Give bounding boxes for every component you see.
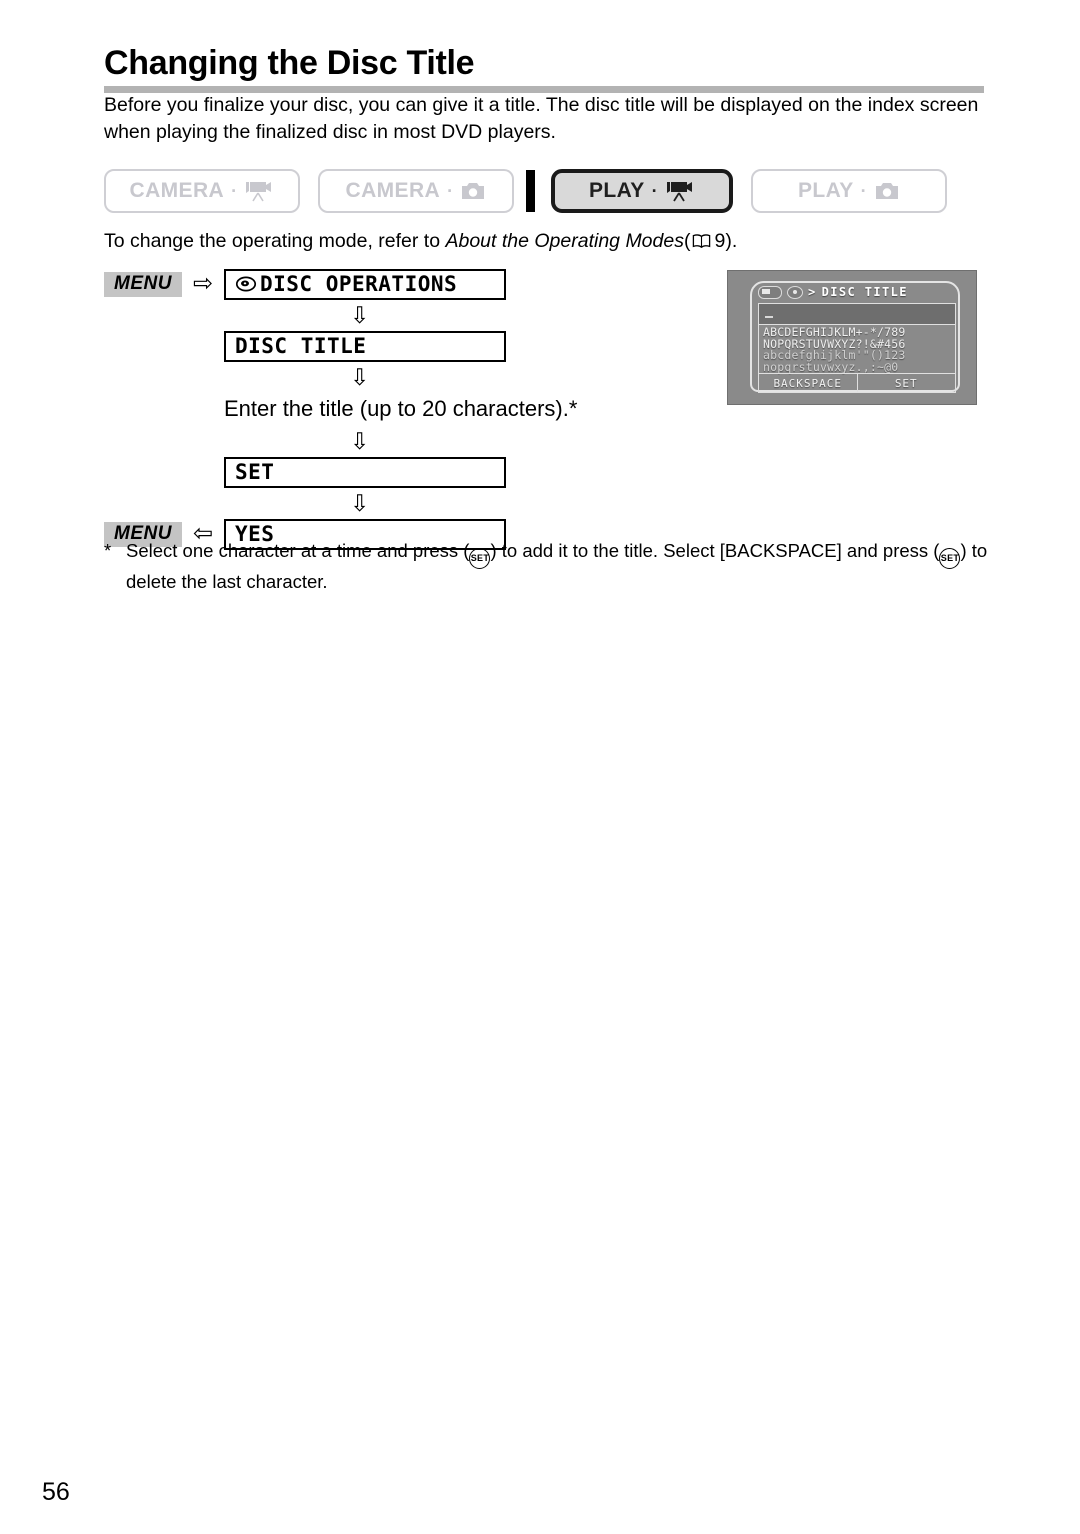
arrow-down-icon: ⇩ [350, 489, 370, 516]
flow-step-2: DISC TITLE [104, 330, 624, 362]
mode-badge-dot: · [651, 181, 659, 201]
book-icon [692, 230, 711, 257]
set-button[interactable]: SET [856, 374, 956, 392]
arrow-right-icon: ⇨ [192, 270, 214, 297]
note-reference-title: About the Operating Modes [445, 230, 684, 252]
flow-step-3: Enter the title (up to 20 characters).* [104, 392, 624, 426]
disc-icon [235, 275, 257, 293]
page-title: Changing the Disc Title [104, 44, 475, 82]
flow-box-set[interactable]: SET [224, 456, 506, 488]
mode-badge-dot: · [231, 181, 238, 201]
mode-badge-camera-video: CAMERA · [104, 169, 300, 213]
mode-badge-play-video: PLAY · [551, 169, 733, 213]
mode-badge-dot: · [860, 181, 868, 201]
menu-button-tag[interactable]: MENU [104, 271, 182, 297]
mode-badge-label: CAMERA [345, 179, 441, 202]
footnote: * Select one character at a time and pre… [104, 538, 994, 595]
mode-badge-label: PLAY [588, 179, 645, 202]
flow-connector-3: ⇩ [104, 426, 624, 456]
photo-camera-icon [874, 181, 900, 202]
operating-modes-note: To change the operating mode, refer to A… [104, 228, 1004, 257]
lcd-header-separator: > [808, 285, 817, 299]
flow-box-label: DISC TITLE [235, 334, 367, 358]
lcd-header: > DISC TITLE [758, 285, 908, 299]
flow-connector-2: ⇩ [104, 362, 624, 392]
note-suffix: 9). [714, 230, 738, 252]
flow-step-4: SET [104, 456, 624, 488]
lcd-header-title: DISC TITLE [821, 285, 908, 299]
flow-box-label: DISC OPERATIONS [260, 272, 458, 296]
lcd-title-input[interactable] [758, 303, 956, 325]
mode-badge-play-photo: PLAY · [751, 169, 947, 213]
flow-box-label: SET [235, 460, 275, 484]
flow-connector-4: ⇩ [104, 488, 624, 518]
manual-page: Changing the Disc Title Before you final… [0, 0, 1080, 1534]
disc-icon [787, 285, 803, 299]
footnote-part-1: Select one character at a time and press… [126, 540, 470, 561]
footnote-body: Select one character at a time and press… [104, 538, 994, 595]
note-prefix: To change the operating mode, refer to [104, 230, 446, 252]
set-button-icon: SET [939, 548, 961, 569]
lcd-character-grid[interactable]: ABCDEFGHIJKLM+-*/789 NOPQRSTUVWXYZ?!&#45… [758, 325, 956, 373]
lcd-screenshot: > DISC TITLE ABCDEFGHIJKLM+-*/789 NOPQRS… [727, 270, 977, 405]
footnote-marker: * [104, 540, 112, 561]
flow-box-disc-title[interactable]: DISC TITLE [224, 330, 506, 362]
text-cursor [765, 316, 773, 318]
arrow-down-icon: ⇩ [350, 363, 370, 390]
arrow-down-icon: ⇩ [350, 301, 370, 328]
mode-badge-dot: · [447, 181, 454, 201]
flow-instruction-text: Enter the title (up to 20 characters).* [224, 396, 578, 421]
character-row[interactable]: nopqrstuvwxyz.,:~@0 [763, 361, 955, 374]
camcorder-icon [244, 179, 274, 203]
mode-badge-label: CAMERA [129, 179, 225, 202]
flow-box-disc-operations[interactable]: DISC OPERATIONS [224, 268, 506, 300]
play-mode-icon [758, 285, 782, 299]
operating-mode-badges: CAMERA · CAMERA · PLAY · PLAY · [104, 168, 984, 214]
mode-badge-camera-photo: CAMERA · [318, 169, 514, 213]
mode-group-separator [526, 170, 535, 212]
camcorder-icon [665, 179, 695, 203]
photo-camera-icon [460, 181, 486, 202]
intro-paragraph: Before you finalize your disc, you can g… [104, 94, 979, 143]
mode-badge-label: PLAY [797, 179, 854, 202]
title-block: Changing the Disc Title [104, 44, 984, 93]
arrow-down-icon: ⇩ [350, 427, 370, 454]
footnote-part-2: ) to add it to the title. Select [BACKSP… [490, 540, 940, 561]
backspace-button[interactable]: BACKSPACE [759, 374, 857, 392]
flow-step-1: MENU ⇨ DISC OPERATIONS [104, 268, 624, 300]
set-button-icon: SET [469, 548, 491, 569]
flow-connector-1: ⇩ [104, 300, 624, 330]
menu-flow-diagram: MENU ⇨ DISC OPERATIONS ⇩ DISC TITLE ⇩ En… [104, 268, 624, 550]
note-open-paren: ( [683, 230, 691, 252]
page-number: 56 [42, 1478, 70, 1506]
lcd-button-bar: BACKSPACE SET [758, 373, 956, 393]
